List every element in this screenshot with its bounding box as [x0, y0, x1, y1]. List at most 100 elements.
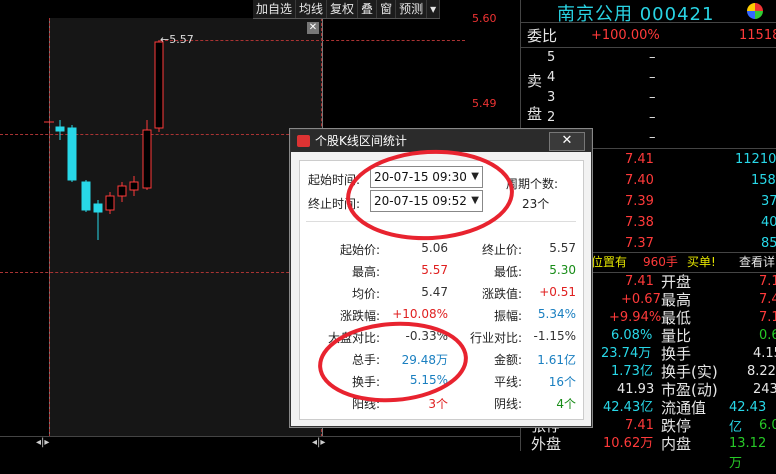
- sell-level-number: 2: [547, 110, 556, 125]
- stat-value: 5.06: [421, 241, 448, 255]
- close-button[interactable]: ✕: [549, 132, 585, 151]
- buy-level-volume: 40: [761, 215, 776, 230]
- moving-average-button[interactable]: 均线: [296, 0, 328, 18]
- stat-value: 3个: [428, 397, 448, 411]
- stat-value: 29.48万: [401, 353, 448, 367]
- stat-label: 行业对比:: [469, 331, 522, 345]
- quote-value: 13.12万: [729, 436, 767, 471]
- quote-value: 7.1: [759, 310, 776, 325]
- candle: [81, 180, 91, 212]
- candle: [55, 120, 65, 140]
- stat-value: 5.30: [549, 263, 576, 277]
- dropdown-arrow-icon[interactable]: ▼: [471, 191, 479, 211]
- color-wheel-icon[interactable]: [747, 3, 763, 19]
- chart-scroll-bar[interactable]: ◂|▸ ◂|▸: [0, 436, 520, 451]
- quote-value: 7.4: [759, 292, 776, 307]
- position-hand: 960手: [643, 255, 678, 269]
- window-button[interactable]: 窗: [377, 0, 397, 18]
- stat-value: +0.51: [539, 285, 576, 299]
- sell-level-price: –: [649, 50, 656, 65]
- divider: [521, 22, 776, 23]
- quote-value: 6.08%: [611, 328, 653, 343]
- sell-level-price: –: [649, 130, 656, 145]
- quote-value: 7.41: [625, 274, 654, 289]
- stat-label: 金额:: [493, 353, 522, 367]
- sell-level-price: –: [649, 90, 656, 105]
- interval-stats-dialog: 个股K线区间统计 ✕ 起始时间: 20-07-15 09:30 ▼ 终止时间: 2…: [290, 129, 592, 427]
- quote-value: 23.74万: [601, 346, 652, 361]
- stat-value: 4个: [556, 397, 576, 411]
- buy-level-volume: 158: [751, 173, 776, 188]
- stat-value: 5.34%: [537, 307, 576, 321]
- stat-value: 16个: [548, 375, 576, 389]
- sell-level-number: 5: [547, 50, 556, 65]
- quote-row: 外盘 10.62万 内盘 13.12万: [525, 434, 776, 471]
- quote-value: 243.: [753, 382, 776, 397]
- view-details-link[interactable]: 查看详: [739, 252, 775, 272]
- quote-value: +9.94%: [609, 310, 662, 325]
- dialog-body: 起始时间: 20-07-15 09:30 ▼ 终止时间: 20-07-15 09:…: [299, 160, 584, 420]
- quote-label: 流通值: [661, 399, 707, 417]
- stat-value: 5.47: [421, 285, 448, 299]
- quote-value: +0.67: [621, 292, 661, 307]
- chart-toolbar: 加自选 均线 复权 叠 窗 预测 ▾: [253, 0, 441, 19]
- stat-value: -1.15%: [533, 329, 576, 343]
- stat-value: 5.57: [549, 241, 576, 255]
- buy-level-price: 7.41: [625, 152, 654, 167]
- period-count-value: 23个: [522, 197, 550, 211]
- candle: [93, 200, 103, 240]
- quote-value: 6.0: [759, 418, 776, 433]
- add-watchlist-button[interactable]: 加自选: [253, 0, 297, 18]
- end-time-select[interactable]: 20-07-15 09:52 ▼: [370, 190, 483, 212]
- quote-value: 42.43亿: [603, 400, 654, 415]
- buy-level-price: 7.40: [625, 173, 654, 188]
- candle: [117, 182, 127, 202]
- quote-label: 换手: [661, 345, 692, 363]
- stat-value: 5.15%: [409, 373, 448, 387]
- candle: [105, 192, 115, 214]
- quote-label: 换手(实): [661, 363, 718, 381]
- quote-label: 开盘: [661, 273, 692, 291]
- dialog-titlebar[interactable]: 个股K线区间统计 ✕: [291, 130, 591, 152]
- overlay-button[interactable]: 叠: [358, 0, 378, 18]
- quote-label: 最高: [661, 291, 692, 309]
- buy-level-volume: 11210: [735, 152, 776, 167]
- quote-value: 7.1: [759, 274, 776, 289]
- dropdown-arrow-icon[interactable]: ▼: [471, 167, 479, 187]
- stat-value: 5.57: [421, 263, 448, 277]
- stat-label: 涨跌幅:: [339, 309, 380, 323]
- start-time-select[interactable]: 20-07-15 09:30 ▼: [370, 166, 483, 188]
- position-label: 位置有: [591, 255, 628, 269]
- buy-level-price: 7.37: [625, 236, 654, 251]
- quote-label: 市盈(动): [661, 381, 718, 399]
- scroll-right-icon[interactable]: ◂|▸: [312, 437, 325, 448]
- end-time-label: 终止时间:: [308, 197, 361, 211]
- divider: [306, 221, 576, 222]
- stat-value: -0.33%: [405, 329, 448, 343]
- quote-label: 量比: [661, 327, 692, 345]
- candle: [129, 176, 139, 196]
- sell-level-price: –: [649, 110, 656, 125]
- stat-label: 大盘对比:: [327, 331, 380, 345]
- stat-label: 最低:: [493, 265, 522, 279]
- candle: [67, 125, 77, 182]
- forecast-button[interactable]: 预测: [396, 0, 428, 18]
- start-time-value: 20-07-15 09:30: [374, 170, 467, 184]
- adjust-price-button[interactable]: 复权: [327, 0, 359, 18]
- end-time-value: 20-07-15 09:52: [374, 194, 467, 208]
- start-time-label: 起始时间:: [308, 173, 361, 187]
- buy-level-price: 7.39: [625, 194, 654, 209]
- stat-label: 涨跌值:: [481, 287, 522, 301]
- quote-value: 8.22: [747, 364, 776, 379]
- quote-value: 1.73亿: [611, 364, 653, 379]
- toolbar-dropdown-icon[interactable]: ▾: [427, 0, 441, 18]
- scroll-left-icon[interactable]: ◂|▸: [36, 437, 49, 448]
- quote-value: 41.93: [617, 382, 655, 397]
- buy-order-link[interactable]: 买单!: [687, 252, 716, 272]
- quote-value: 10.62万: [603, 436, 654, 451]
- buy-level-price: 7.38: [625, 215, 654, 230]
- sell-level-price: –: [649, 70, 656, 85]
- stat-label: 振幅:: [493, 309, 522, 323]
- stat-label: 阴线:: [493, 397, 522, 411]
- stat-label: 起始价:: [339, 243, 380, 257]
